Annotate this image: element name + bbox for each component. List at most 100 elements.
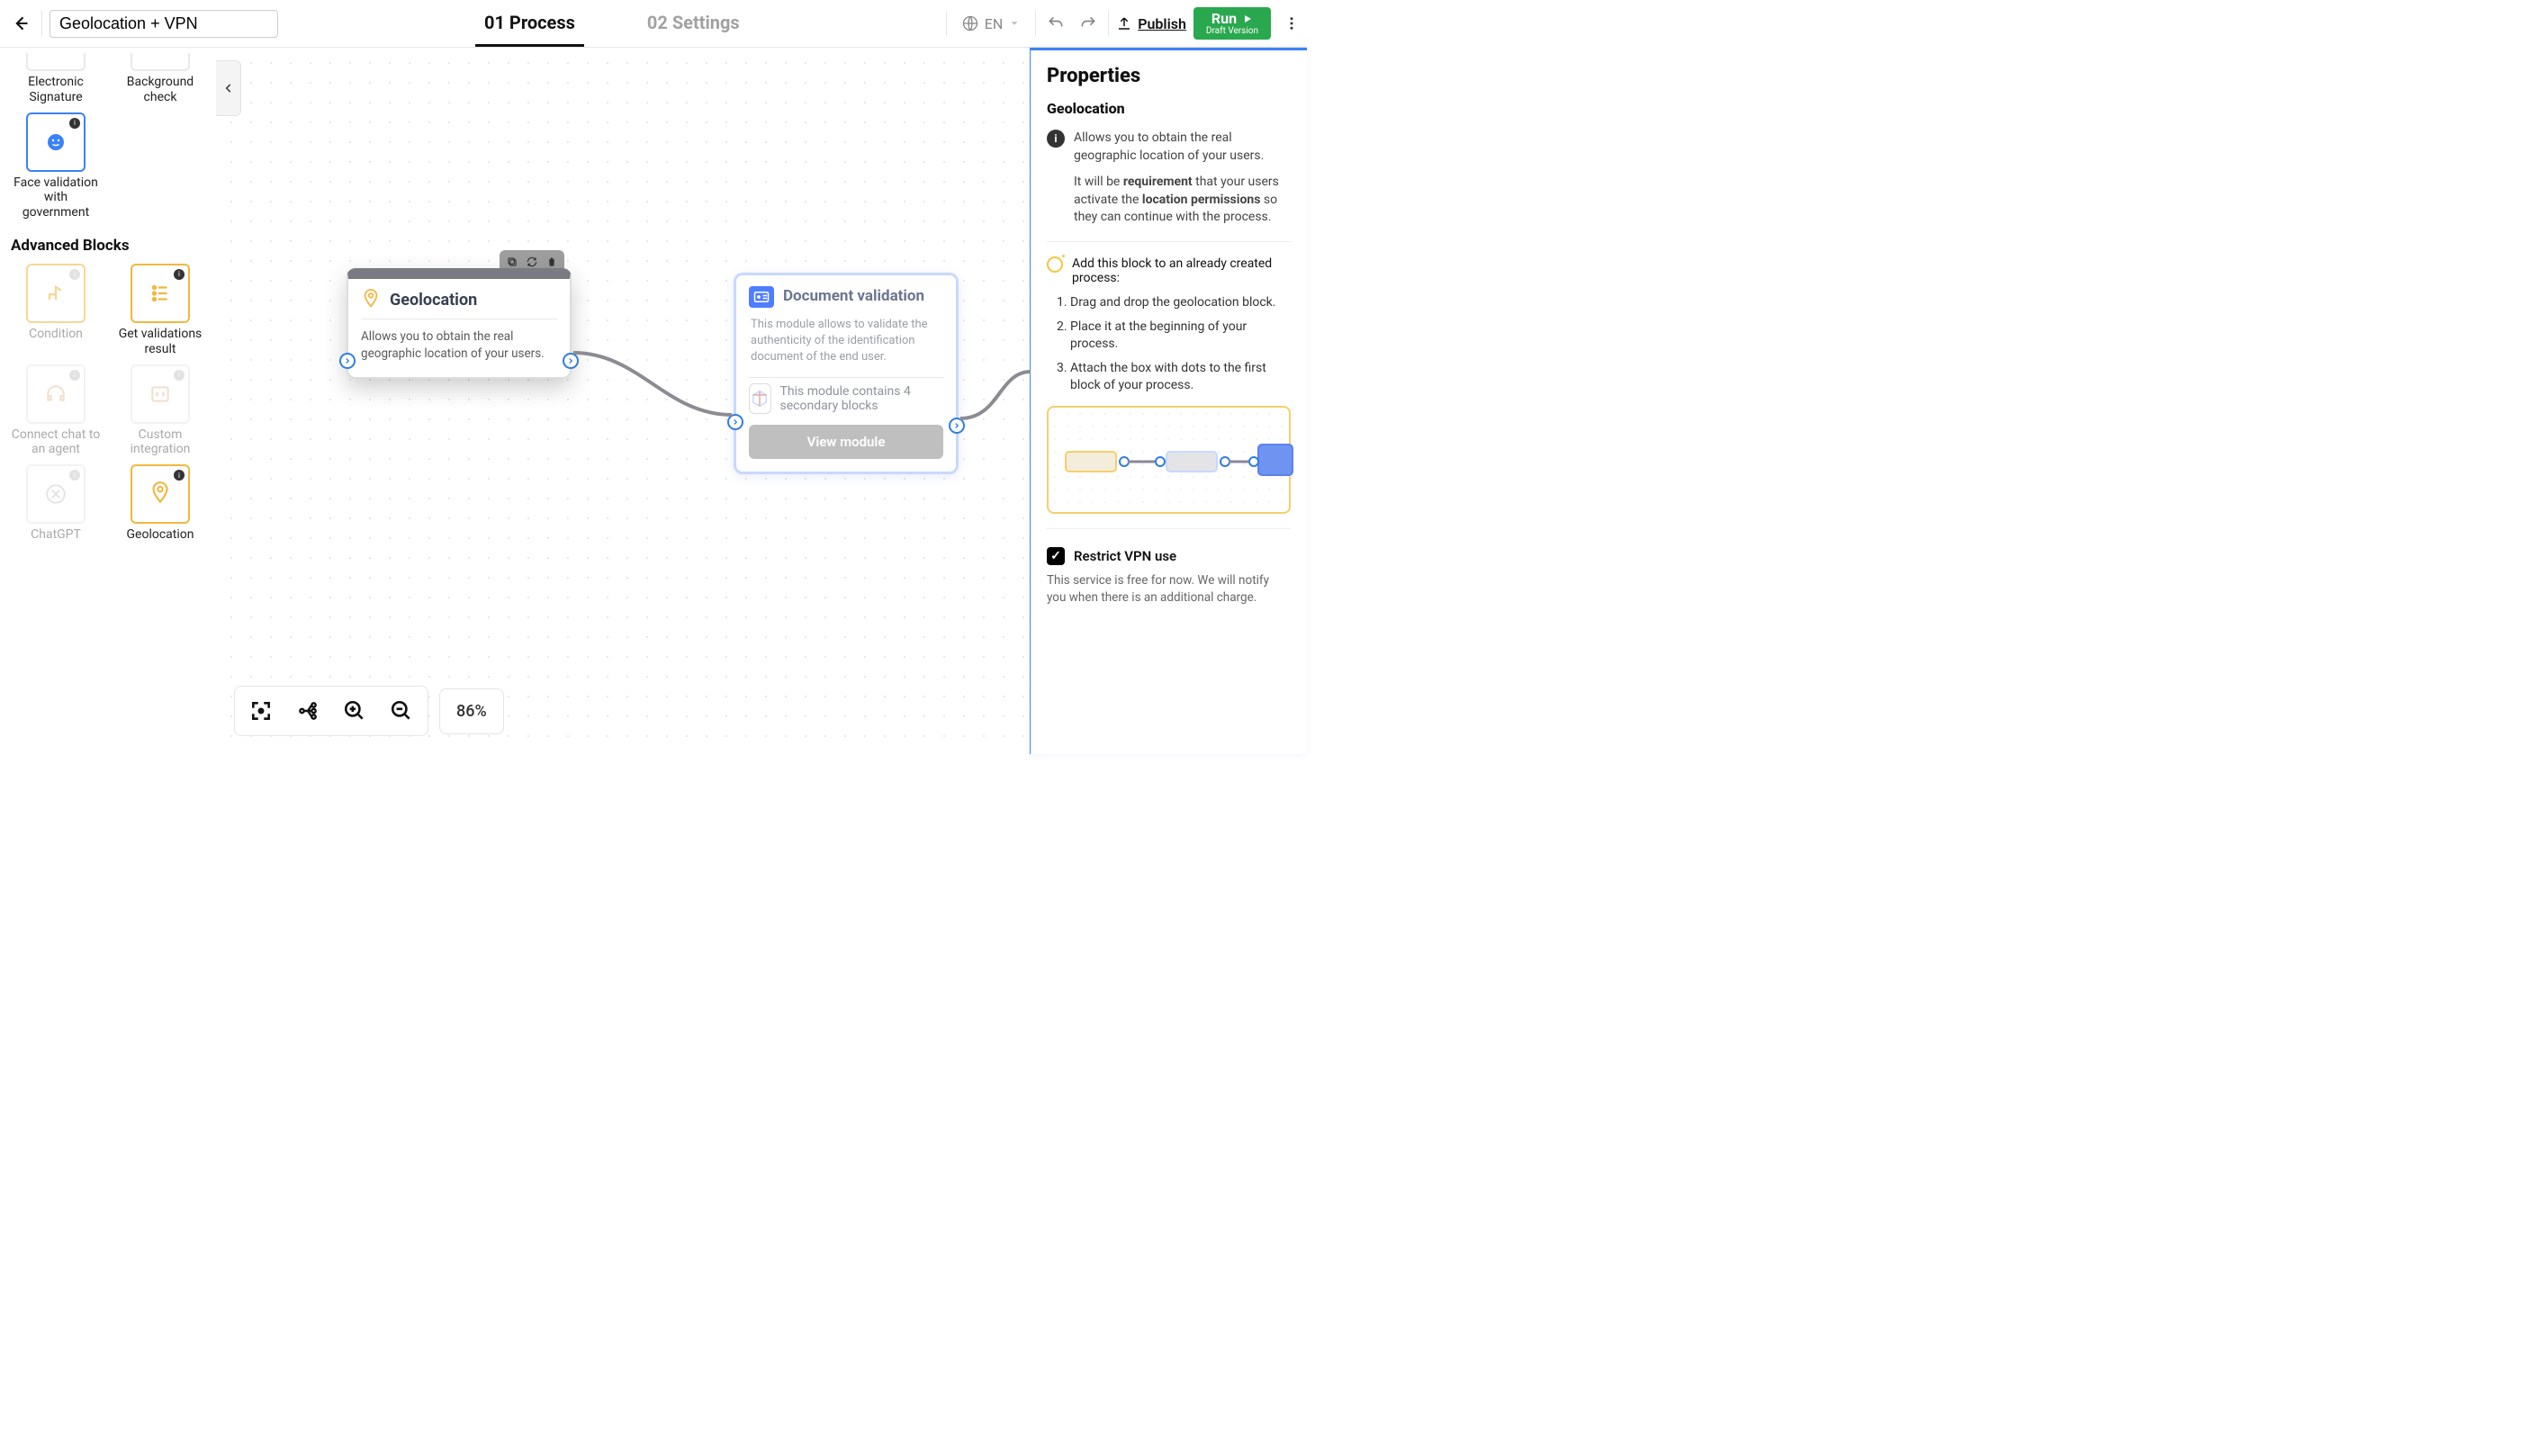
module-summary: This module contains 4 secondary blocks	[736, 378, 956, 419]
palette-card: i	[131, 464, 190, 524]
divider	[41, 11, 42, 36]
tabs: 01 Process 02 Settings	[285, 0, 939, 47]
info-icon: i	[69, 470, 80, 481]
info-line-1: Allows you to obtain the real geographic…	[1074, 130, 1291, 165]
chevron-left-icon	[222, 82, 235, 94]
palette-item-geolocation[interactable]: i Geolocation	[113, 464, 207, 543]
chevron-down-icon	[1008, 17, 1021, 30]
trash-icon	[545, 256, 558, 268]
fit-view-button[interactable]	[242, 692, 280, 730]
palette-card	[26, 53, 86, 71]
node-description: Allows you to obtain the real geographic…	[348, 319, 570, 377]
panel-subtitle: Geolocation	[1047, 100, 1291, 117]
info-icon: i	[69, 118, 80, 129]
step-item: Place it at the beginning of your proces…	[1070, 319, 1291, 353]
language-label: EN	[985, 15, 1004, 32]
node-title: Geolocation	[390, 291, 477, 310]
info-icon: i	[174, 470, 185, 481]
process-title-input[interactable]	[50, 10, 278, 38]
fullscreen-icon	[249, 699, 273, 723]
pin-icon	[149, 481, 172, 508]
module-icon	[749, 383, 771, 414]
node-description: This module allows to validate the authe…	[736, 313, 956, 377]
palette-label: Connect chat to an agent	[11, 427, 101, 458]
info-section: i Allows you to obtain the real geograph…	[1047, 130, 1291, 227]
palette-item-background-check[interactable]: Background check	[113, 53, 207, 105]
palette-item-get-validations-result[interactable]: i Get validations result	[113, 264, 207, 357]
info-line-2: It will be requirement that your users a…	[1074, 174, 1291, 227]
divider	[1108, 11, 1109, 36]
palette-item-face-validation[interactable]: i Face validation with government	[9, 112, 103, 220]
palette-card: i	[131, 264, 190, 323]
openai-icon	[44, 482, 68, 506]
branch-icon	[43, 281, 68, 306]
tab-process[interactable]: 01 Process	[475, 0, 584, 47]
palette-item-connect-chat[interactable]: i Connect chat to an agent	[9, 364, 103, 458]
publish-button[interactable]: Publish	[1116, 15, 1186, 32]
info-icon: i	[1047, 130, 1065, 148]
palette-label: Get validations result	[115, 327, 205, 357]
zoom-out-button[interactable]	[383, 692, 420, 730]
run-label: Run	[1211, 11, 1237, 27]
tab-settings[interactable]: 02 Settings	[638, 0, 749, 47]
restrict-vpn-label: Restrict VPN use	[1074, 548, 1176, 564]
mini-flow-preview	[1047, 406, 1291, 514]
zoom-out-icon	[390, 699, 413, 723]
palette-card: i	[26, 464, 86, 524]
palette-item-condition[interactable]: i Condition	[9, 264, 103, 357]
tip-heading: Add this block to an already created pro…	[1072, 256, 1291, 285]
list-icon	[149, 282, 172, 305]
zoom-in-icon	[343, 699, 366, 723]
back-button[interactable]	[7, 10, 34, 37]
step-item: Attach the box with dots to the first bl…	[1070, 360, 1291, 394]
output-port[interactable]	[563, 353, 579, 369]
run-button[interactable]: Run Draft Version	[1193, 7, 1271, 40]
lightbulb-icon	[1047, 256, 1063, 273]
palette-label: Condition	[29, 327, 83, 342]
zoom-in-button[interactable]	[336, 692, 374, 730]
view-module-button[interactable]: View module	[749, 425, 943, 459]
canvas-toolbar: 86%	[234, 686, 504, 736]
id-card-icon	[749, 286, 774, 308]
palette-item-electronic-signature[interactable]: Electronic Signature	[9, 53, 103, 105]
auto-layout-button[interactable]	[289, 692, 327, 730]
canvas-tool-group	[234, 686, 428, 736]
canvas[interactable]: Geolocation Allows you to obtain the rea…	[216, 48, 1030, 754]
output-port[interactable]	[949, 418, 965, 434]
undo-button[interactable]	[1043, 11, 1068, 36]
restrict-vpn-row: ✓ Restrict VPN use	[1047, 547, 1291, 565]
palette-item-chatgpt[interactable]: i ChatGPT	[9, 464, 103, 543]
publish-label: Publish	[1138, 15, 1186, 32]
palette-item-custom-integration[interactable]: i Custom integration	[113, 364, 207, 458]
redo-button[interactable]	[1076, 11, 1101, 36]
palette-card: i	[26, 264, 86, 323]
node-header: Document validation	[736, 275, 956, 313]
more-menu-button[interactable]	[1284, 15, 1300, 31]
node-document-validation[interactable]: Document validation This module allows t…	[734, 273, 959, 474]
steps-list: Drag and drop the geolocation block. Pla…	[1070, 294, 1291, 393]
palette-label: Face validation with government	[11, 175, 101, 220]
palette-label: Custom integration	[115, 427, 205, 458]
language-selector[interactable]: EN	[954, 14, 1029, 32]
node-header: Geolocation	[348, 279, 570, 319]
info-icon: i	[174, 269, 185, 280]
collapse-sidebar-button[interactable]	[216, 60, 241, 116]
input-port[interactable]	[339, 353, 356, 369]
zoom-level[interactable]: 86%	[439, 688, 504, 734]
palette-label: ChatGPT	[31, 527, 81, 543]
divider	[1047, 528, 1291, 529]
step-item: Drag and drop the geolocation block.	[1070, 294, 1291, 311]
divider	[1035, 11, 1036, 36]
input-port[interactable]	[727, 414, 743, 430]
node-geolocation[interactable]: Geolocation Allows you to obtain the rea…	[347, 268, 572, 379]
tip-section: Add this block to an already created pro…	[1047, 256, 1291, 285]
module-summary-text: This module contains 4 secondary blocks	[780, 384, 943, 413]
divider	[946, 11, 947, 36]
properties-panel: Properties Geolocation i Allows you to o…	[1030, 48, 1307, 754]
info-icon: i	[69, 370, 80, 381]
palette-label: Electronic Signature	[11, 75, 101, 105]
block-palette-sidebar[interactable]: Electronic Signature Background check i …	[0, 48, 216, 754]
restrict-vpn-checkbox[interactable]: ✓	[1047, 547, 1065, 565]
upload-icon	[1116, 15, 1132, 31]
headset-icon	[44, 382, 68, 406]
